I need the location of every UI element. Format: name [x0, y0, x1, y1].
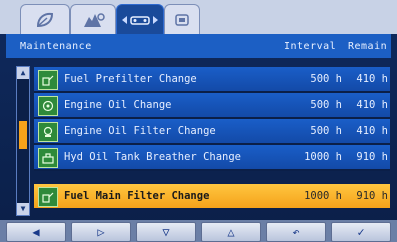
- column-interval: Interval: [284, 40, 337, 52]
- oil-can-icon: [38, 96, 58, 116]
- tab-machine-settings[interactable]: [70, 4, 116, 35]
- fuel-filter-icon: [38, 187, 58, 207]
- return-icon: ↶: [292, 225, 300, 239]
- item-name: Engine Oil Change: [64, 99, 172, 111]
- column-maintenance: Maintenance: [20, 40, 92, 52]
- scroll-up-icon[interactable]: ▲: [17, 67, 29, 79]
- item-name: Fuel Prefilter Change: [64, 73, 197, 85]
- item-remain: 410 h: [356, 73, 388, 85]
- table-row-selected[interactable]: Fuel Main Filter Change 1000 h 910 h: [34, 184, 390, 210]
- tab-eco[interactable]: [20, 4, 70, 35]
- scrollbar[interactable]: ▲ ▼: [16, 66, 30, 216]
- table-row[interactable]: Engine Oil Change 500 h 410 h: [34, 93, 390, 119]
- screen-icon: [174, 12, 190, 28]
- table-row[interactable]: Fuel Prefilter Change 500 h 410 h: [34, 67, 390, 93]
- tab-bar: [0, 0, 397, 35]
- fuel-filter-icon: [38, 70, 58, 90]
- table-row[interactable]: Engine Oil Filter Change 500 h 410 h: [34, 119, 390, 145]
- down-button[interactable]: ▽: [136, 222, 196, 242]
- item-interval: 500 h: [310, 73, 342, 85]
- function-button-bar: ◀ ▷ ▽ △ ↶ ✓: [0, 220, 397, 242]
- scroll-down-icon[interactable]: ▼: [17, 203, 29, 215]
- table-header: Maintenance Interval Remain: [6, 34, 391, 58]
- maintenance-screen: Maintenance Interval Remain ▲ ▼ Fuel Pre…: [0, 0, 397, 242]
- item-remain: 910 h: [356, 190, 388, 202]
- machine-settings-icon: [81, 11, 105, 29]
- up-button[interactable]: △: [201, 222, 261, 242]
- item-remain: 910 h: [356, 151, 388, 163]
- item-name: Fuel Main Filter Change: [64, 190, 210, 202]
- item-remain: 410 h: [356, 99, 388, 111]
- item-remain: 410 h: [356, 125, 388, 137]
- tab-screen[interactable]: [164, 4, 200, 35]
- down-arrow-icon: ▽: [162, 225, 170, 239]
- tab-maintenance[interactable]: [116, 4, 164, 35]
- item-interval: 1000 h: [304, 190, 342, 202]
- up-arrow-icon: △: [227, 225, 235, 239]
- return-button[interactable]: ↶: [266, 222, 326, 242]
- left-button[interactable]: ◀: [6, 222, 66, 242]
- confirm-button[interactable]: ✓: [331, 222, 391, 242]
- oil-filter-icon: [38, 122, 58, 142]
- item-interval: 500 h: [310, 99, 342, 111]
- scroll-thumb[interactable]: [19, 121, 27, 149]
- item-name: Engine Oil Filter Change: [64, 125, 216, 137]
- left-arrow-icon: ◀: [32, 225, 40, 239]
- breather-icon: [38, 148, 58, 168]
- item-interval: 1000 h: [304, 151, 342, 163]
- item-name: Hyd Oil Tank Breather Change: [64, 151, 242, 163]
- item-interval: 500 h: [310, 125, 342, 137]
- table-row[interactable]: Hyd Oil Tank Breather Change 1000 h 910 …: [34, 145, 390, 171]
- right-arrow-icon: ▷: [97, 225, 105, 239]
- right-button[interactable]: ▷: [71, 222, 131, 242]
- column-remain: Remain: [348, 40, 388, 52]
- maintenance-icon: [120, 12, 160, 28]
- check-icon: ✓: [357, 225, 365, 239]
- leaf-icon: [35, 11, 55, 29]
